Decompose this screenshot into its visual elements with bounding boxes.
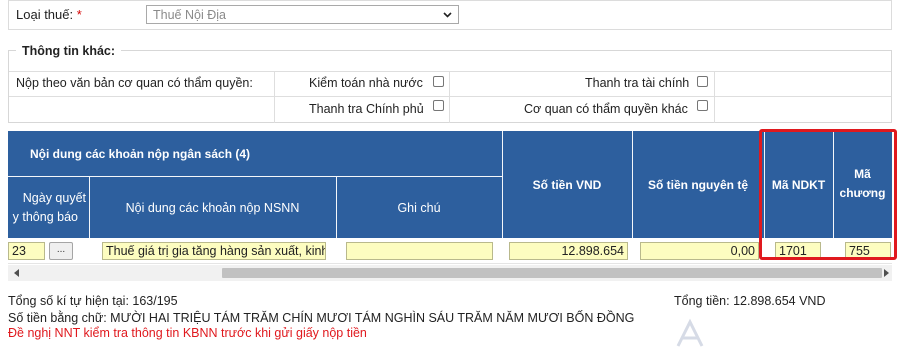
amount-vnd-input[interactable]: 12.898.654	[509, 242, 628, 260]
fieldset-top-divider	[9, 71, 891, 72]
tax-type-label-text: Loại thuế:	[16, 7, 74, 22]
other-authority-checkbox[interactable]	[697, 100, 708, 111]
check-label-gov-inspection: Thanh tra Chính phủ	[309, 102, 424, 116]
check-label-state-audit: Kiểm toán nhà nước	[309, 76, 423, 90]
char-count-text: Tổng số kí tự hiện tại: 163/195	[8, 294, 178, 308]
highlight-box	[759, 129, 897, 260]
gov-inspection-checkbox[interactable]	[433, 100, 444, 111]
kbnn-warning: Đề nghị NNT kiểm tra thông tin KBNN trướ…	[8, 326, 367, 340]
scroll-left-icon[interactable]	[11, 267, 23, 279]
check-label-other-authority: Cơ quan có thẩm quyền khác	[524, 102, 688, 116]
required-mark: *	[76, 7, 82, 22]
check-label-finance-inspection: Thanh tra tài chính	[585, 76, 690, 90]
fieldset-col-divider	[714, 71, 715, 123]
finance-inspection-checkbox[interactable]	[697, 76, 708, 87]
tax-type-select[interactable]: Thuế Nội Địa	[146, 5, 459, 24]
logo-watermark-icon	[676, 318, 704, 347]
col-header-amount-orig: Số tiền nguyên tệ	[647, 178, 748, 192]
fieldset-col-divider	[449, 71, 450, 123]
col-header-note: Ghi chú	[397, 201, 441, 215]
col-header-amount-vnd: Số tiền VND	[532, 178, 602, 192]
tax-type-selected-value: Thuế Nội Địa	[153, 8, 226, 22]
amount-orig-input[interactable]: 0,00	[640, 242, 759, 260]
total-amount-text: Tổng tiền: 12.898.654 VND	[674, 294, 826, 308]
date-input[interactable]: 23	[8, 242, 45, 260]
date-picker-button[interactable]: ...	[49, 242, 73, 260]
authority-doc-label: Nộp theo văn bản cơ quan có thẩm quyền:	[16, 76, 253, 90]
other-info-legend: Thông tin khác:	[16, 44, 122, 58]
note-input[interactable]	[346, 242, 493, 260]
scrollbar-thumb[interactable]	[222, 268, 882, 278]
group-header: Nội dung các khoản nộp ngân sách (4)	[30, 147, 251, 161]
header-divider	[8, 176, 502, 177]
chevron-down-icon	[443, 12, 452, 18]
col-header-content: Nội dung các khoản nộp NSNN	[125, 201, 300, 215]
tax-type-label: Loại thuế: *	[16, 7, 82, 22]
scroll-right-icon[interactable]	[880, 267, 892, 279]
col-header-date-line1: Ngày quyết	[22, 191, 86, 205]
state-audit-checkbox[interactable]	[433, 76, 444, 87]
col-header-date-line2: y thông báo	[12, 210, 78, 224]
amount-in-words: Số tiền bằng chữ: MƯỜI HAI TRIỆU TÁM TRĂ…	[8, 311, 635, 325]
content-input[interactable]: Thuế giá trị gia tăng hàng sản xuất, kin…	[102, 242, 326, 260]
fieldset-col-divider	[274, 71, 275, 123]
fieldset-row-divider	[9, 96, 891, 97]
